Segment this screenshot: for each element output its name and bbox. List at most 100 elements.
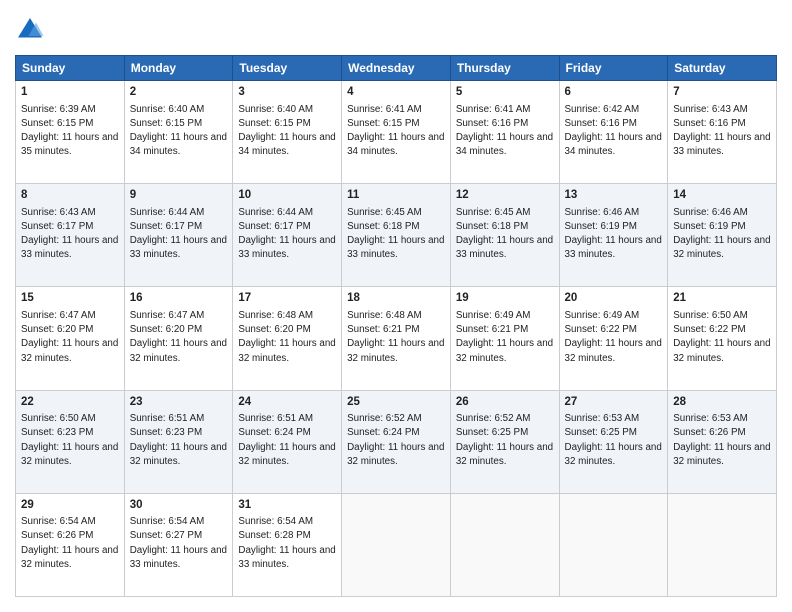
day-number: 2 bbox=[130, 85, 228, 101]
day-info: Sunrise: 6:41 AMSunset: 6:16 PMDaylight:… bbox=[456, 104, 553, 158]
day-number: 14 bbox=[673, 188, 771, 204]
header bbox=[15, 15, 777, 45]
day-number: 1 bbox=[21, 85, 119, 101]
week-row-5: 29 Sunrise: 6:54 AMSunset: 6:26 PMDaylig… bbox=[16, 493, 777, 596]
calendar-cell: 8 Sunrise: 6:43 AMSunset: 6:17 PMDayligh… bbox=[16, 184, 125, 287]
day-info: Sunrise: 6:54 AMSunset: 6:26 PMDaylight:… bbox=[21, 516, 118, 570]
day-info: Sunrise: 6:44 AMSunset: 6:17 PMDaylight:… bbox=[238, 207, 335, 261]
calendar-cell: 25 Sunrise: 6:52 AMSunset: 6:24 PMDaylig… bbox=[342, 390, 451, 493]
day-number: 26 bbox=[456, 395, 554, 411]
day-number: 28 bbox=[673, 395, 771, 411]
day-number: 31 bbox=[238, 498, 336, 514]
day-number: 8 bbox=[21, 188, 119, 204]
day-number: 7 bbox=[673, 85, 771, 101]
week-row-4: 22 Sunrise: 6:50 AMSunset: 6:23 PMDaylig… bbox=[16, 390, 777, 493]
calendar-cell: 14 Sunrise: 6:46 AMSunset: 6:19 PMDaylig… bbox=[668, 184, 777, 287]
calendar-cell: 9 Sunrise: 6:44 AMSunset: 6:17 PMDayligh… bbox=[124, 184, 233, 287]
day-number: 18 bbox=[347, 291, 445, 307]
calendar-cell: 29 Sunrise: 6:54 AMSunset: 6:26 PMDaylig… bbox=[16, 493, 125, 596]
day-number: 22 bbox=[21, 395, 119, 411]
calendar-cell: 6 Sunrise: 6:42 AMSunset: 6:16 PMDayligh… bbox=[559, 81, 668, 184]
day-number: 4 bbox=[347, 85, 445, 101]
day-number: 19 bbox=[456, 291, 554, 307]
day-info: Sunrise: 6:48 AMSunset: 6:21 PMDaylight:… bbox=[347, 310, 444, 364]
calendar-cell: 24 Sunrise: 6:51 AMSunset: 6:24 PMDaylig… bbox=[233, 390, 342, 493]
day-info: Sunrise: 6:53 AMSunset: 6:26 PMDaylight:… bbox=[673, 413, 770, 467]
day-number: 17 bbox=[238, 291, 336, 307]
calendar-cell: 7 Sunrise: 6:43 AMSunset: 6:16 PMDayligh… bbox=[668, 81, 777, 184]
day-number: 30 bbox=[130, 498, 228, 514]
week-row-1: 1 Sunrise: 6:39 AMSunset: 6:15 PMDayligh… bbox=[16, 81, 777, 184]
calendar-cell: 5 Sunrise: 6:41 AMSunset: 6:16 PMDayligh… bbox=[450, 81, 559, 184]
logo bbox=[15, 15, 49, 45]
calendar-table: SundayMondayTuesdayWednesdayThursdayFrid… bbox=[15, 55, 777, 597]
day-number: 21 bbox=[673, 291, 771, 307]
weekday-sunday: Sunday bbox=[16, 56, 125, 81]
calendar-cell: 18 Sunrise: 6:48 AMSunset: 6:21 PMDaylig… bbox=[342, 287, 451, 390]
day-info: Sunrise: 6:43 AMSunset: 6:16 PMDaylight:… bbox=[673, 104, 770, 158]
day-info: Sunrise: 6:47 AMSunset: 6:20 PMDaylight:… bbox=[21, 310, 118, 364]
day-info: Sunrise: 6:49 AMSunset: 6:22 PMDaylight:… bbox=[565, 310, 662, 364]
calendar-cell: 3 Sunrise: 6:40 AMSunset: 6:15 PMDayligh… bbox=[233, 81, 342, 184]
weekday-thursday: Thursday bbox=[450, 56, 559, 81]
calendar-cell bbox=[559, 493, 668, 596]
day-info: Sunrise: 6:50 AMSunset: 6:23 PMDaylight:… bbox=[21, 413, 118, 467]
weekday-header-row: SundayMondayTuesdayWednesdayThursdayFrid… bbox=[16, 56, 777, 81]
calendar-cell: 30 Sunrise: 6:54 AMSunset: 6:27 PMDaylig… bbox=[124, 493, 233, 596]
calendar-cell: 1 Sunrise: 6:39 AMSunset: 6:15 PMDayligh… bbox=[16, 81, 125, 184]
weekday-tuesday: Tuesday bbox=[233, 56, 342, 81]
calendar-cell bbox=[342, 493, 451, 596]
calendar-cell: 15 Sunrise: 6:47 AMSunset: 6:20 PMDaylig… bbox=[16, 287, 125, 390]
day-info: Sunrise: 6:41 AMSunset: 6:15 PMDaylight:… bbox=[347, 104, 444, 158]
day-number: 3 bbox=[238, 85, 336, 101]
day-info: Sunrise: 6:50 AMSunset: 6:22 PMDaylight:… bbox=[673, 310, 770, 364]
week-row-3: 15 Sunrise: 6:47 AMSunset: 6:20 PMDaylig… bbox=[16, 287, 777, 390]
day-number: 24 bbox=[238, 395, 336, 411]
calendar-cell: 10 Sunrise: 6:44 AMSunset: 6:17 PMDaylig… bbox=[233, 184, 342, 287]
calendar-cell: 21 Sunrise: 6:50 AMSunset: 6:22 PMDaylig… bbox=[668, 287, 777, 390]
weekday-monday: Monday bbox=[124, 56, 233, 81]
logo-icon bbox=[15, 15, 45, 45]
day-number: 12 bbox=[456, 188, 554, 204]
day-info: Sunrise: 6:53 AMSunset: 6:25 PMDaylight:… bbox=[565, 413, 662, 467]
day-number: 11 bbox=[347, 188, 445, 204]
day-number: 29 bbox=[21, 498, 119, 514]
calendar-cell bbox=[450, 493, 559, 596]
day-info: Sunrise: 6:49 AMSunset: 6:21 PMDaylight:… bbox=[456, 310, 553, 364]
day-number: 5 bbox=[456, 85, 554, 101]
calendar-cell: 16 Sunrise: 6:47 AMSunset: 6:20 PMDaylig… bbox=[124, 287, 233, 390]
day-number: 10 bbox=[238, 188, 336, 204]
day-info: Sunrise: 6:42 AMSunset: 6:16 PMDaylight:… bbox=[565, 104, 662, 158]
calendar-cell: 27 Sunrise: 6:53 AMSunset: 6:25 PMDaylig… bbox=[559, 390, 668, 493]
day-info: Sunrise: 6:51 AMSunset: 6:23 PMDaylight:… bbox=[130, 413, 227, 467]
day-info: Sunrise: 6:52 AMSunset: 6:25 PMDaylight:… bbox=[456, 413, 553, 467]
day-number: 27 bbox=[565, 395, 663, 411]
calendar-cell: 4 Sunrise: 6:41 AMSunset: 6:15 PMDayligh… bbox=[342, 81, 451, 184]
calendar-cell: 11 Sunrise: 6:45 AMSunset: 6:18 PMDaylig… bbox=[342, 184, 451, 287]
day-number: 15 bbox=[21, 291, 119, 307]
calendar-cell: 2 Sunrise: 6:40 AMSunset: 6:15 PMDayligh… bbox=[124, 81, 233, 184]
calendar-cell: 13 Sunrise: 6:46 AMSunset: 6:19 PMDaylig… bbox=[559, 184, 668, 287]
page: SundayMondayTuesdayWednesdayThursdayFrid… bbox=[0, 0, 792, 612]
day-number: 9 bbox=[130, 188, 228, 204]
day-info: Sunrise: 6:45 AMSunset: 6:18 PMDaylight:… bbox=[456, 207, 553, 261]
day-info: Sunrise: 6:43 AMSunset: 6:17 PMDaylight:… bbox=[21, 207, 118, 261]
day-number: 13 bbox=[565, 188, 663, 204]
day-info: Sunrise: 6:54 AMSunset: 6:28 PMDaylight:… bbox=[238, 516, 335, 570]
calendar-cell: 12 Sunrise: 6:45 AMSunset: 6:18 PMDaylig… bbox=[450, 184, 559, 287]
day-info: Sunrise: 6:40 AMSunset: 6:15 PMDaylight:… bbox=[238, 104, 335, 158]
calendar-cell: 31 Sunrise: 6:54 AMSunset: 6:28 PMDaylig… bbox=[233, 493, 342, 596]
calendar-cell: 28 Sunrise: 6:53 AMSunset: 6:26 PMDaylig… bbox=[668, 390, 777, 493]
day-info: Sunrise: 6:45 AMSunset: 6:18 PMDaylight:… bbox=[347, 207, 444, 261]
week-row-2: 8 Sunrise: 6:43 AMSunset: 6:17 PMDayligh… bbox=[16, 184, 777, 287]
day-info: Sunrise: 6:46 AMSunset: 6:19 PMDaylight:… bbox=[565, 207, 662, 261]
weekday-friday: Friday bbox=[559, 56, 668, 81]
calendar-cell: 20 Sunrise: 6:49 AMSunset: 6:22 PMDaylig… bbox=[559, 287, 668, 390]
calendar-cell: 23 Sunrise: 6:51 AMSunset: 6:23 PMDaylig… bbox=[124, 390, 233, 493]
weekday-saturday: Saturday bbox=[668, 56, 777, 81]
day-info: Sunrise: 6:54 AMSunset: 6:27 PMDaylight:… bbox=[130, 516, 227, 570]
day-number: 25 bbox=[347, 395, 445, 411]
day-info: Sunrise: 6:48 AMSunset: 6:20 PMDaylight:… bbox=[238, 310, 335, 364]
calendar-cell: 22 Sunrise: 6:50 AMSunset: 6:23 PMDaylig… bbox=[16, 390, 125, 493]
day-info: Sunrise: 6:39 AMSunset: 6:15 PMDaylight:… bbox=[21, 104, 118, 158]
